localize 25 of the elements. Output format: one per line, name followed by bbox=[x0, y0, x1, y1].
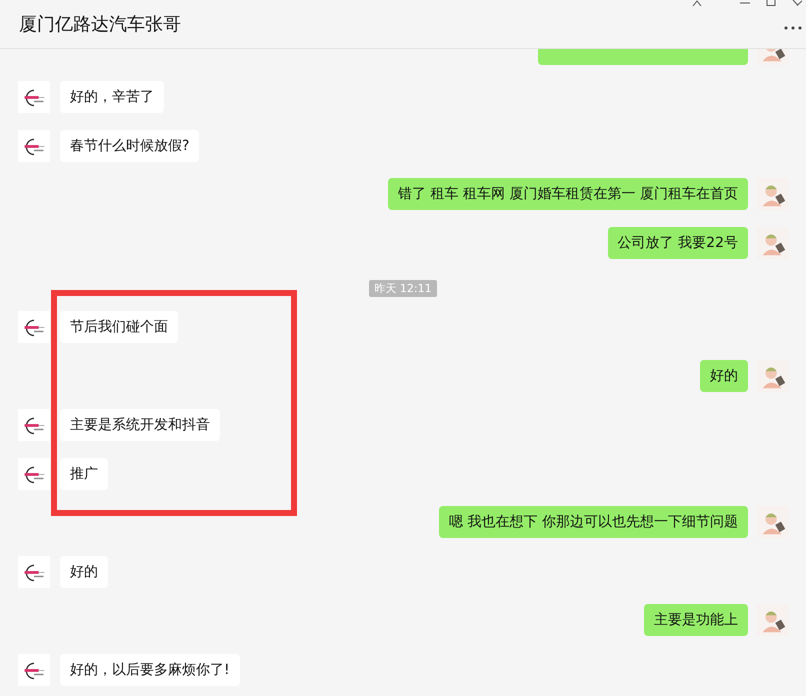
message-bubble: 好的，以后要多麻烦你了! bbox=[60, 654, 240, 686]
timestamp: 昨天 12:11 bbox=[369, 280, 437, 297]
logo-avatar[interactable] bbox=[18, 81, 50, 113]
message-bubble: 春节什么时候放假? bbox=[60, 130, 200, 162]
logo-avatar[interactable] bbox=[18, 556, 50, 588]
message-bubble: 主要是功能上 bbox=[644, 604, 748, 636]
message-bubble: 节后我们碰个面 bbox=[60, 311, 178, 343]
logo-avatar[interactable] bbox=[18, 311, 50, 343]
maximize-icon[interactable] bbox=[766, 0, 776, 6]
message-bubble: 好的，辛苦了 bbox=[60, 81, 164, 113]
message-bubble: 好的 bbox=[700, 360, 748, 392]
message-bubble: 公司放了 我要22号 bbox=[608, 227, 748, 259]
message-bubble: 主要是系统开发和抖音 bbox=[60, 409, 220, 441]
message-bubble: 错了 租车 租车网 厦门婚车租赁在第一 厦门租车在首页 bbox=[388, 178, 748, 210]
logo-avatar[interactable] bbox=[18, 654, 50, 686]
message-bubble: 推广 bbox=[60, 458, 108, 490]
chat-title: 厦门亿路达汽车张哥 bbox=[19, 13, 181, 36]
message-bubble: 好的 bbox=[60, 556, 108, 588]
logo-avatar[interactable] bbox=[18, 409, 50, 441]
more-icon[interactable] bbox=[784, 26, 802, 30]
message-bubble: 嗯 我也在想下 你那边可以也先想一下细节问题 bbox=[439, 506, 748, 538]
pin-icon[interactable] bbox=[692, 0, 702, 6]
logo-avatar[interactable] bbox=[18, 458, 50, 490]
minimize-icon[interactable] bbox=[740, 0, 750, 6]
logo-avatar[interactable] bbox=[18, 130, 50, 162]
